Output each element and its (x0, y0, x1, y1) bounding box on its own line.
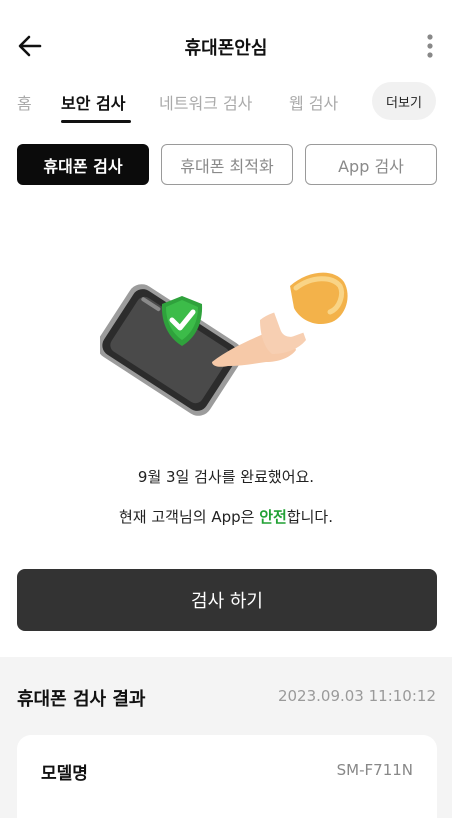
chip-phone-scan[interactable]: 휴대폰 검사 (17, 144, 149, 185)
app-safety-suffix: 합니다. (286, 508, 333, 526)
tab-security-scan[interactable]: 보안 검사 (61, 90, 125, 114)
safe-status-word: 안전 (259, 508, 287, 526)
chip-app-scan[interactable]: App 검사 (305, 144, 437, 185)
tab-home[interactable]: 홈 (17, 90, 32, 114)
app-safety-message: 현재 고객님의 App은 안전합니다. (0, 506, 452, 527)
tab-web-scan[interactable]: 웹 검사 (289, 90, 338, 114)
start-scan-button[interactable]: 검사 하기 (17, 569, 437, 631)
result-card: 모델명 SM-F711N (17, 735, 437, 818)
model-value: SM-F711N (336, 761, 413, 779)
app-safety-prefix: 현재 고객님의 App은 (119, 508, 260, 526)
top-tab-bar: 홈 보안 검사 네트워크 검사 웹 검사 더보기 (0, 82, 452, 126)
tab-network-scan[interactable]: 네트워크 검사 (159, 90, 252, 114)
kebab-menu-icon (427, 34, 433, 58)
page-title: 휴대폰안심 (184, 38, 268, 59)
chip-phone-optimize[interactable]: 휴대폰 최적화 (161, 144, 293, 185)
model-label: 모델명 (41, 764, 88, 784)
more-options-button[interactable] (418, 30, 442, 62)
results-title: 휴대폰 검사 결과 (17, 689, 146, 710)
tab-more-button[interactable]: 더보기 (372, 82, 436, 120)
phone-shield-check-illustration (97, 258, 360, 428)
last-scan-message: 9월 3일 검사를 완료했어요. (137, 468, 315, 486)
results-timestamp: 2023.09.03 11:10:12 (277, 687, 436, 705)
phone-shield-check-icon (97, 272, 348, 416)
scan-results-section: 휴대폰 검사 결과 2023.09.03 11:10:12 모델명 SM-F71… (0, 657, 452, 818)
scan-type-selector: 휴대폰 검사 휴대폰 최적화 App 검사 (17, 144, 437, 186)
active-tab-indicator (61, 120, 131, 123)
app-header: 휴대폰안심 (0, 0, 452, 92)
